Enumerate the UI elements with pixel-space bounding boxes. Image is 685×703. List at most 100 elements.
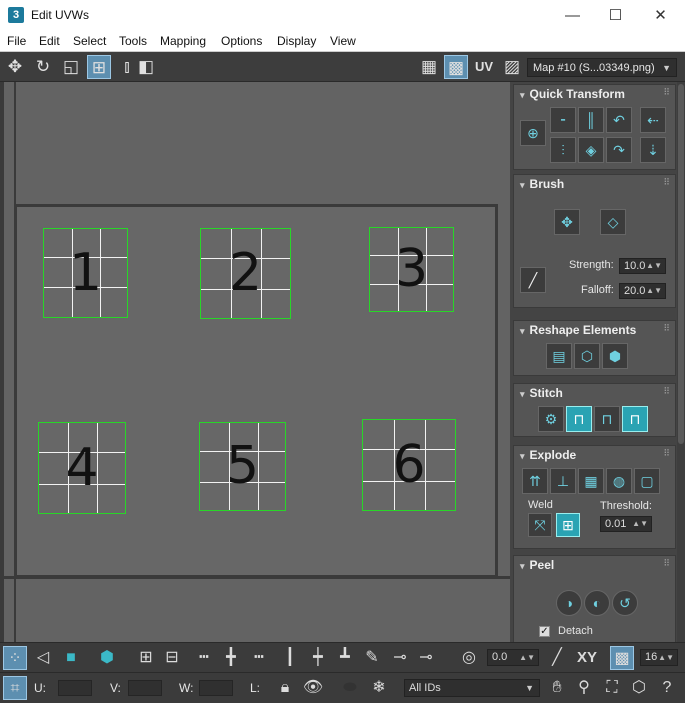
texture-settings-icon[interactable]: ▨ <box>500 55 524 79</box>
visibility-icon[interactable]: 👁︎ <box>301 676 325 700</box>
shrink-selection-icon[interactable]: ⊟ <box>160 646 184 670</box>
strength-spinner[interactable]: 10.0 ▲▼ <box>619 258 666 274</box>
maximize-button[interactable]: ☐ <box>593 0 638 31</box>
space-horizontal-icon[interactable]: ◈ <box>578 137 604 163</box>
slash-icon[interactable]: ╱ <box>545 646 569 670</box>
break-icon[interactable]: ⇈ <box>522 468 548 494</box>
space-vertical-icon[interactable]: ║ <box>578 107 604 133</box>
weld-selected-icon[interactable]: ⤧ <box>528 513 552 537</box>
absolute-mode-icon[interactable]: ⌗ <box>3 676 27 700</box>
uv-island-4[interactable]: 4 <box>38 422 126 514</box>
element-mode-icon[interactable]: ⬢ <box>95 646 119 670</box>
rotate-cw-icon[interactable]: ↷ <box>606 137 632 163</box>
stitch-average-icon[interactable]: ⊓ <box>594 406 620 432</box>
menu-edit[interactable]: Edit <box>39 34 60 48</box>
uv-island-6[interactable]: 6 <box>362 419 456 511</box>
flatten-by-material-icon[interactable]: ▢ <box>634 468 660 494</box>
freeze-icon[interactable]: ❄ <box>367 676 391 700</box>
rollout-title[interactable]: Stitch <box>520 386 563 400</box>
edge-loop-icon[interactable]: ┅ <box>192 646 216 670</box>
rollout-title[interactable]: Brush <box>520 177 565 191</box>
straighten-icon[interactable]: ▤ <box>546 343 572 369</box>
vertex-mode-icon[interactable]: ⁘ <box>3 646 27 670</box>
rotate-icon[interactable]: ↻ <box>31 55 55 79</box>
rollout-title[interactable]: Explode <box>520 448 577 462</box>
edge-mode-icon[interactable]: ◁ <box>31 646 55 670</box>
uv-edge-icon[interactable]: ┻ <box>333 646 357 670</box>
align-edge-vertical-icon[interactable]: ⇣ <box>640 137 666 163</box>
grid-snap-icon[interactable]: ▩ <box>610 646 634 670</box>
relax-icon[interactable]: ⬡ <box>574 343 600 369</box>
move-icon[interactable]: ✥ <box>3 55 27 79</box>
align-vertical-icon[interactable]: ⫶ <box>550 137 576 163</box>
uv-island-5[interactable]: 5 <box>199 422 286 511</box>
soft-select-icon[interactable]: ◎ <box>457 646 481 670</box>
minimize-button[interactable]: — <box>550 0 595 31</box>
checker-icon[interactable]: ▦ <box>417 55 441 79</box>
close-button[interactable]: ✕ <box>638 0 683 31</box>
menu-options[interactable]: Options <box>221 34 262 48</box>
menu-mapping[interactable]: Mapping <box>160 34 206 48</box>
flatten-by-smoothing-icon[interactable]: ◍ <box>606 468 632 494</box>
u-field[interactable] <box>58 680 92 696</box>
quick-peel-icon[interactable]: ◑ <box>556 590 582 616</box>
edge-ring-icon[interactable]: ╋ <box>219 646 243 670</box>
stitch-to-target-icon[interactable]: ⊓ <box>566 406 592 432</box>
uv-toggle-button[interactable]: UV <box>472 55 496 79</box>
freeform-icon[interactable]: ⊞ <box>87 55 111 79</box>
scale-icon[interactable]: ◱ <box>59 55 83 79</box>
align-edge-icon[interactable]: ⇠ <box>640 107 666 133</box>
paint-shrink-icon[interactable]: ⊸ <box>414 646 438 670</box>
hide-icon[interactable]: ⬬ <box>338 676 362 700</box>
uv-island-2[interactable]: 2 <box>200 228 291 319</box>
rollout-title[interactable]: Quick Transform <box>520 87 625 101</box>
xy-toggle-button[interactable]: XY <box>573 646 601 670</box>
panel-scrollbar-thumb[interactable] <box>678 84 684 444</box>
relax-settings-icon[interactable]: ⬢ <box>602 343 628 369</box>
paint-grow-icon[interactable]: ⊸ <box>388 646 412 670</box>
falloff-curve-icon[interactable]: ╱ <box>520 267 546 293</box>
flatten-by-polygon-icon[interactable]: ▦ <box>578 468 604 494</box>
map-select-dropdown[interactable]: Map #10 (S...03349.png) ▼ <box>527 58 677 77</box>
paint-move-icon[interactable]: ✥ <box>554 209 580 235</box>
material-id-dropdown[interactable]: All IDs ▼ <box>404 679 540 697</box>
menu-view[interactable]: View <box>330 34 356 48</box>
detach-checkbox[interactable]: ✓ <box>539 626 550 637</box>
stitch-to-source-icon[interactable]: ⊓ <box>622 406 648 432</box>
paint-select-icon[interactable]: ✎ <box>360 646 384 670</box>
align-horizontal-icon[interactable]: ⁃ <box>550 107 576 133</box>
grow-selection-icon[interactable]: ⊞ <box>134 646 158 670</box>
zoom-icon[interactable]: ⚲ <box>572 676 596 700</box>
mirror-vertical-icon[interactable]: ◧ <box>134 55 158 79</box>
weld-all-icon[interactable]: ⊞ <box>556 513 580 537</box>
uv-island-1[interactable]: 1 <box>43 228 128 318</box>
falloff-spinner[interactable]: 20.0 ▲▼ <box>619 283 666 299</box>
edge-select-icon[interactable]: ┅ <box>247 646 271 670</box>
set-pivot-icon[interactable]: ⊕ <box>520 120 546 146</box>
menu-display[interactable]: Display <box>277 34 316 48</box>
peel-mode-icon[interactable]: ◐ <box>584 590 610 616</box>
detach-edges-icon[interactable]: ⊥ <box>550 468 576 494</box>
rollout-title[interactable]: Peel <box>520 558 555 572</box>
zoom-extents-icon[interactable]: ⬡ <box>627 676 651 700</box>
pan-icon[interactable]: ✋︎ <box>545 676 569 700</box>
uv-island-3[interactable]: 3 <box>369 227 454 312</box>
w-field[interactable] <box>199 680 233 696</box>
loop-select-icon[interactable]: ┃ <box>278 646 302 670</box>
menu-select[interactable]: Select <box>73 34 106 48</box>
v-field[interactable] <box>128 680 162 696</box>
menu-tools[interactable]: Tools <box>119 34 147 48</box>
rollout-title[interactable]: Reshape Elements <box>520 323 637 337</box>
panel-scrollbar[interactable] <box>677 82 685 642</box>
help-icon[interactable]: ? <box>655 676 679 700</box>
threshold-spinner[interactable]: 0.01 ▲▼ <box>600 516 652 532</box>
lock-icon[interactable]: 🔒︎ <box>273 676 297 700</box>
polygon-mode-icon[interactable]: ■ <box>59 646 83 670</box>
zoom-region-icon[interactable]: ⛶ <box>600 676 624 700</box>
menu-file[interactable]: File <box>7 34 26 48</box>
stitch-settings-icon[interactable]: ⚙ <box>538 406 564 432</box>
checker-active-icon[interactable]: ▩ <box>444 55 468 79</box>
rotate-angle-spinner[interactable]: 0.0 ▲▼ <box>487 649 539 666</box>
point-to-point-icon[interactable]: ┿ <box>306 646 330 670</box>
grid-size-spinner[interactable]: 16 ▲▼ <box>640 649 678 666</box>
